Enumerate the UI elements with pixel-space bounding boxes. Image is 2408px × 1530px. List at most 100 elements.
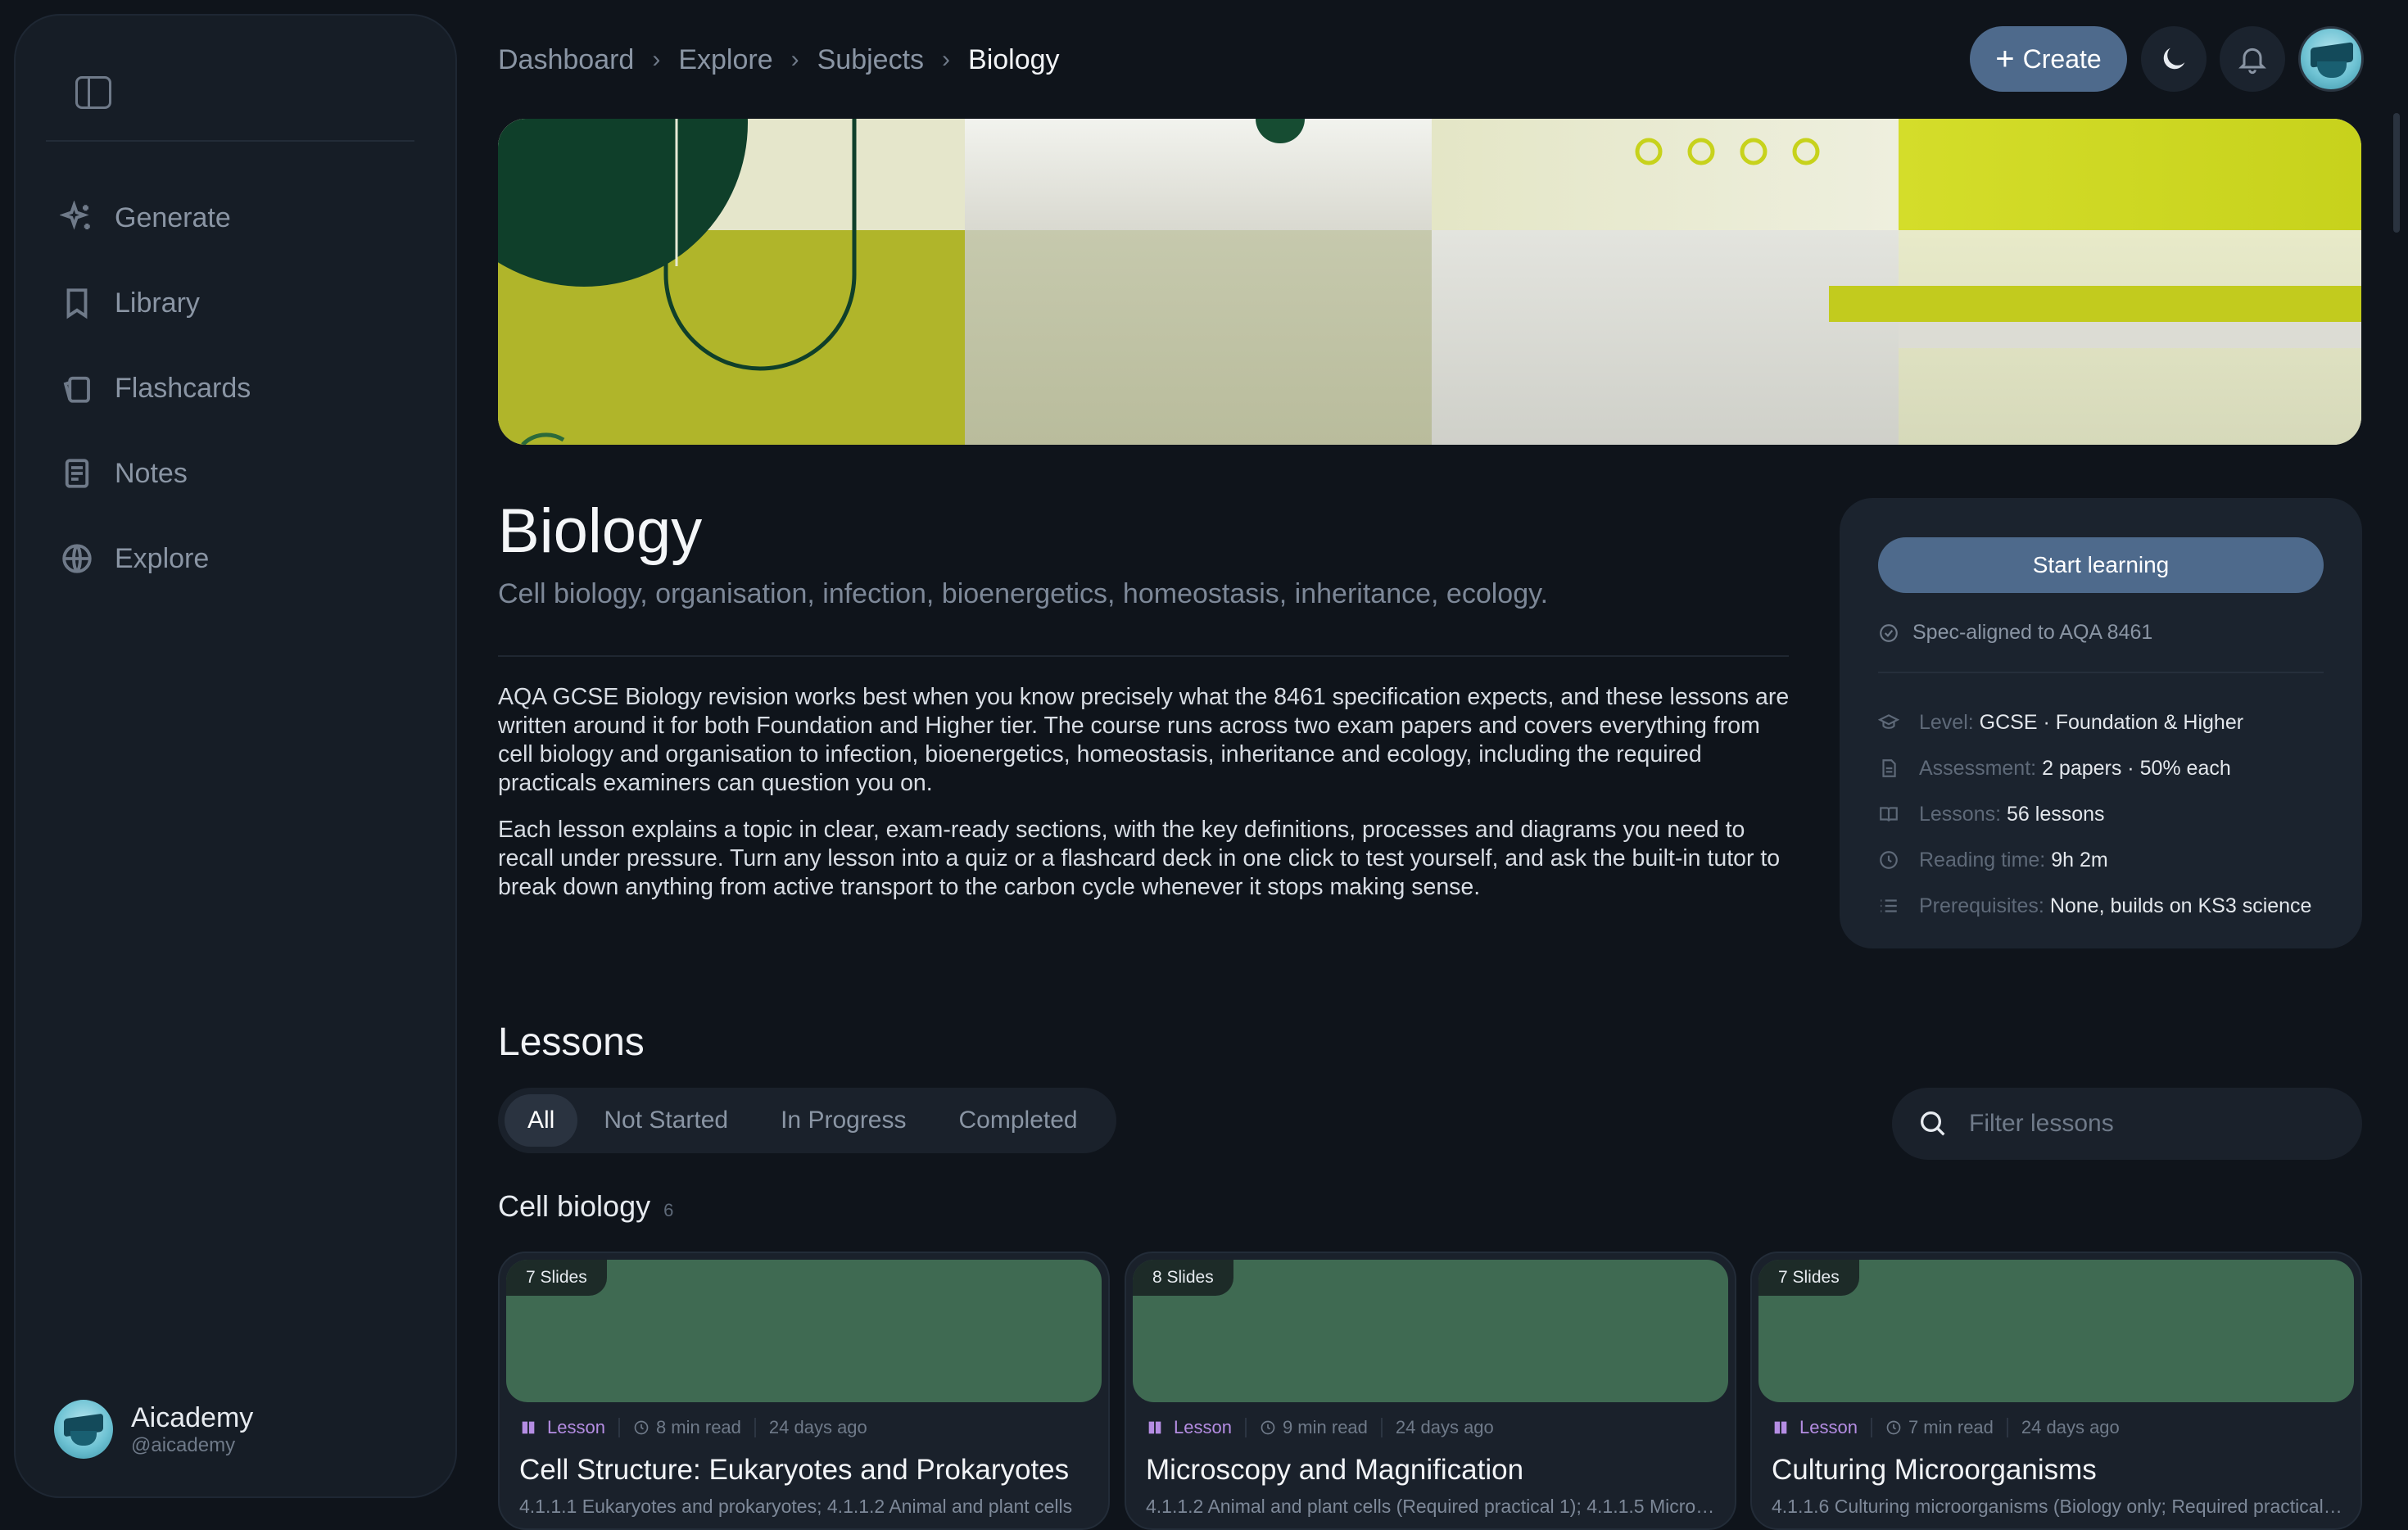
sidebar-item-label: Notes bbox=[115, 457, 188, 489]
lesson-age: 24 days ago bbox=[768, 1417, 867, 1437]
slides-badge: 8 Slides bbox=[1133, 1260, 1233, 1296]
tab-all[interactable]: All bbox=[505, 1094, 578, 1147]
meta-assessment: Assessment: 2 papers · 50% each bbox=[1878, 745, 2311, 791]
notifications-button[interactable] bbox=[2220, 26, 2285, 92]
meta-key: Assessment: bbox=[1919, 756, 2037, 780]
lesson-meta: Lesson 9 min read 24 days ago bbox=[1146, 1417, 1494, 1438]
moon-icon bbox=[2163, 48, 2185, 70]
book-icon bbox=[1148, 1421, 1161, 1434]
user-profile[interactable]: Aicademy @aicademy bbox=[54, 1400, 253, 1459]
lesson-title: Microscopy and Magnification bbox=[1146, 1454, 1524, 1486]
sidebar-item-generate[interactable]: Generate bbox=[59, 175, 419, 260]
divider bbox=[1878, 672, 2324, 673]
meta-lessons: Lessons: 56 lessons bbox=[1878, 791, 2311, 837]
sidebar-item-label: Explore bbox=[115, 542, 210, 574]
user-avatar-button[interactable] bbox=[2298, 26, 2364, 92]
subject-meta-list: Level: GCSE · Foundation & Higher Assess… bbox=[1878, 699, 2311, 929]
breadcrumb-current: Biology bbox=[968, 43, 1060, 75]
subject-banner bbox=[498, 119, 2361, 445]
breadcrumb-explore[interactable]: Explore bbox=[678, 44, 772, 76]
meta-level: Level: GCSE · Foundation & Higher bbox=[1878, 699, 2311, 745]
lesson-card[interactable]: 7 Slides Lesson 8 min read 24 days ago C… bbox=[498, 1252, 1110, 1530]
chevron-right-icon: › bbox=[652, 46, 661, 73]
meta-reading-time: Reading time: 9h 2m bbox=[1878, 837, 2311, 883]
clock-icon bbox=[1880, 851, 1898, 869]
clock-icon bbox=[1261, 1420, 1275, 1435]
search-icon bbox=[1921, 1111, 1945, 1136]
filter-lessons-input[interactable] bbox=[1967, 1109, 2328, 1138]
spec-text: Spec-aligned to AQA 8461 bbox=[1912, 621, 2153, 644]
start-learning-button[interactable]: Start learning bbox=[1878, 537, 2324, 593]
read-time: 9 min read bbox=[1282, 1417, 1368, 1437]
meta-key: Reading time: bbox=[1919, 848, 2046, 871]
page-scrollbar[interactable] bbox=[2393, 113, 2400, 233]
sidebar-item-notes[interactable]: Notes bbox=[59, 431, 419, 516]
subject-subtitle: Cell biology, organisation, infection, b… bbox=[498, 578, 1549, 609]
breadcrumb-subjects[interactable]: Subjects bbox=[817, 44, 924, 76]
lesson-description: 4.1.1.1 Eukaryotes and prokaryotes; 4.1.… bbox=[519, 1496, 1073, 1517]
lesson-card[interactable]: 8 Slides Lesson 9 min read 24 days ago M… bbox=[1125, 1252, 1736, 1530]
spec-aligned-badge: Spec-aligned to AQA 8461 bbox=[1878, 621, 2152, 645]
lessons-heading: Lessons bbox=[498, 1021, 645, 1064]
sidebar-header bbox=[46, 55, 414, 142]
meta-value: 56 lessons bbox=[2007, 802, 2105, 826]
bookmark-icon bbox=[59, 285, 95, 321]
sidebar-item-explore[interactable]: Explore bbox=[59, 516, 419, 601]
read-time: 8 min read bbox=[655, 1417, 741, 1437]
sidebar-item-library[interactable]: Library bbox=[59, 260, 419, 346]
lesson-status-tabs: All Not Started In Progress Completed bbox=[498, 1088, 1116, 1153]
sidebar: Generate Library Flashcards Notes Explor… bbox=[14, 14, 457, 1498]
lesson-thumbnail: 8 Slides bbox=[1133, 1260, 1728, 1402]
tab-not-started[interactable]: Not Started bbox=[577, 1094, 754, 1147]
description-paragraph: AQA GCSE Biology revision works best whe… bbox=[498, 684, 1790, 796]
meta-value: 9h 2m bbox=[2051, 848, 2108, 871]
check-circle-icon bbox=[1880, 623, 1898, 642]
lesson-meta: Lesson 7 min read 24 days ago bbox=[1772, 1417, 2120, 1438]
lesson-age: 24 days ago bbox=[1395, 1417, 1494, 1437]
clock-icon bbox=[1886, 1420, 1901, 1435]
lesson-age: 24 days ago bbox=[2021, 1417, 2120, 1437]
tab-in-progress[interactable]: In Progress bbox=[754, 1094, 932, 1147]
globe-icon bbox=[59, 541, 95, 577]
lesson-card[interactable]: 7 Slides Lesson 7 min read 24 days ago C… bbox=[1750, 1252, 2362, 1530]
sidebar-nav: Generate Library Flashcards Notes Explor… bbox=[59, 175, 419, 601]
lesson-type-label: Lesson bbox=[1174, 1417, 1232, 1437]
divider bbox=[498, 655, 1789, 657]
lesson-description: 4.1.1.2 Animal and plant cells (Required… bbox=[1146, 1496, 1719, 1517]
document-icon bbox=[1882, 759, 1896, 777]
sidebar-item-flashcards[interactable]: Flashcards bbox=[59, 346, 419, 431]
breadcrumb: Dashboard › Explore › Subjects › Biology bbox=[498, 39, 1060, 80]
lesson-thumbnail: 7 Slides bbox=[1758, 1260, 2354, 1402]
sidebar-item-label: Generate bbox=[115, 201, 231, 233]
tab-completed[interactable]: Completed bbox=[933, 1094, 1104, 1147]
user-name: Aicademy bbox=[131, 1402, 254, 1433]
meta-key: Lessons: bbox=[1919, 802, 2002, 826]
subject-info-card: Start learning Spec-aligned to AQA 8461 … bbox=[1840, 498, 2362, 948]
book-icon bbox=[522, 1421, 535, 1434]
sidebar-item-label: Library bbox=[115, 287, 200, 319]
lesson-type: Lesson bbox=[519, 1417, 605, 1438]
sidebar-toggle-icon[interactable] bbox=[75, 76, 111, 109]
filter-lessons-field[interactable] bbox=[1892, 1088, 2362, 1160]
meta-key: Level: bbox=[1919, 710, 1974, 734]
theme-toggle-button[interactable] bbox=[2141, 26, 2207, 92]
meta-value: GCSE · Foundation & Higher bbox=[1979, 710, 2244, 734]
meta-key: Prerequisites: bbox=[1919, 894, 2044, 917]
lesson-description: 4.1.1.6 Culturing microorganisms (Biolog… bbox=[1772, 1496, 2345, 1517]
slides-badge: 7 Slides bbox=[1758, 1260, 1859, 1296]
avatar bbox=[54, 1400, 113, 1459]
breadcrumb-dashboard[interactable]: Dashboard bbox=[498, 44, 634, 76]
chevron-right-icon: › bbox=[942, 46, 951, 73]
bell-icon bbox=[2238, 48, 2266, 75]
sidebar-item-label: Flashcards bbox=[115, 372, 251, 404]
meta-value: None, builds on KS3 science bbox=[2049, 894, 2312, 917]
lesson-title: Cell Structure: Eukaryotes and Prokaryot… bbox=[519, 1454, 1070, 1486]
banner-artwork bbox=[498, 119, 2361, 445]
lesson-type: Lesson bbox=[1146, 1417, 1232, 1438]
sparkle-icon bbox=[59, 200, 95, 236]
book-open-icon bbox=[1880, 807, 1898, 822]
subject-description: AQA GCSE Biology revision works best whe… bbox=[498, 683, 1792, 920]
create-button[interactable]: + Create bbox=[1970, 26, 2127, 92]
lesson-thumbnail: 7 Slides bbox=[506, 1260, 1102, 1402]
chevron-right-icon: › bbox=[790, 46, 799, 73]
